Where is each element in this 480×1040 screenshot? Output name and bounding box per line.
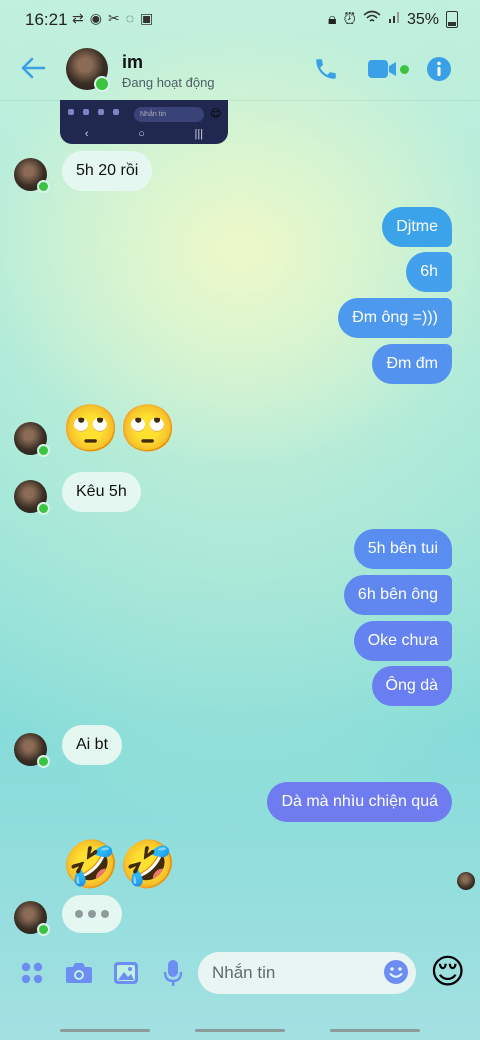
outgoing-message[interactable]: Đm đm — [372, 344, 452, 384]
system-status: 🔒︎ ⏰︎ 35% — [328, 10, 458, 29]
video-call-button[interactable] — [367, 58, 409, 85]
grid-icon — [21, 962, 43, 984]
outgoing-message[interactable]: Dà mà nhìu chiện quá — [267, 782, 452, 822]
smile-icon — [384, 960, 408, 984]
gallery-button[interactable] — [113, 961, 139, 990]
alarm-icon: ⏰︎ — [343, 10, 356, 28]
emoji-picker-button[interactable] — [383, 959, 409, 990]
nav-home-button[interactable] — [195, 1029, 285, 1032]
online-indicator — [37, 180, 50, 193]
gallery-icon: ▣ — [140, 10, 154, 26]
messenger-icon: ◌ — [125, 10, 135, 26]
notification-icons: ⇄ ◉ ✂ ◌ ▣ — [72, 10, 153, 27]
online-indicator — [37, 755, 50, 768]
quick-emoji-button[interactable]: 😌 — [430, 952, 465, 992]
outgoing-message[interactable]: Đm ông =))) — [338, 298, 452, 338]
microphone-icon — [163, 960, 183, 986]
status-time: 16:21 — [25, 10, 68, 29]
contact-name[interactable]: im — [122, 52, 143, 73]
info-button[interactable] — [426, 56, 452, 87]
sender-avatar[interactable] — [14, 901, 50, 936]
preview-emoji-icon: 😌 — [210, 108, 222, 120]
sender-avatar[interactable] — [14, 422, 50, 457]
incoming-message[interactable]: 5h 20 rồi — [62, 151, 153, 191]
online-indicator — [94, 76, 110, 92]
emoji-message[interactable]: 🙄🙄 — [62, 402, 177, 454]
phone-icon — [316, 59, 336, 79]
sender-avatar[interactable] — [14, 158, 50, 193]
lock-icon: 🔒︎ — [327, 10, 337, 28]
contact-avatar[interactable] — [66, 48, 110, 92]
capcut-icon: ✂ — [107, 10, 120, 26]
voice-call-button[interactable] — [313, 56, 339, 87]
typing-indicator — [62, 895, 122, 933]
outgoing-message[interactable]: Oke chưa — [353, 621, 452, 661]
preview-toolbar — [68, 109, 119, 115]
online-indicator — [37, 923, 50, 936]
contact-status: Đang hoạt động — [122, 75, 215, 90]
online-indicator — [37, 444, 50, 457]
outgoing-message[interactable]: Djtme — [382, 207, 452, 247]
status-bar: 16:21 ⇄ ◉ ✂ ◌ ▣ 🔒︎ ⏰︎ 35% — [0, 0, 480, 38]
message-composer: Nhắn tin 😌 — [0, 946, 480, 1002]
preview-input: Nhắn tin — [134, 107, 204, 122]
back-button[interactable] — [20, 56, 46, 85]
shared-screenshot-image[interactable]: Nhắn tin 😌 ‹ ○ ||| — [60, 100, 228, 144]
camera-button[interactable] — [65, 961, 93, 990]
more-actions-button[interactable] — [20, 961, 44, 990]
arrow-left-icon — [21, 57, 46, 79]
read-receipt-avatar — [457, 872, 475, 890]
sync-icon: ⇄ — [72, 10, 84, 26]
outgoing-message[interactable]: 6h bên ông — [343, 575, 452, 615]
emoji-message[interactable]: 🤣🤣 — [62, 838, 177, 890]
sender-avatar[interactable] — [14, 480, 50, 515]
video-camera-icon — [368, 60, 396, 78]
nav-recents-button[interactable] — [60, 1029, 150, 1032]
outgoing-message[interactable]: Ông dà — [371, 666, 452, 706]
voice-record-button[interactable] — [163, 959, 183, 992]
sender-avatar[interactable] — [14, 733, 50, 768]
app-icon: ◉ — [89, 10, 102, 26]
nav-back-button[interactable] — [330, 1029, 420, 1032]
camera-icon — [66, 963, 92, 983]
battery-icon — [446, 11, 458, 28]
image-icon — [114, 962, 138, 984]
online-indicator — [37, 502, 50, 515]
system-navigation-bar — [0, 1020, 480, 1040]
video-active-dot — [400, 65, 409, 74]
incoming-message[interactable]: Kêu 5h — [62, 472, 141, 512]
chat-header: im Đang hoạt động — [0, 38, 480, 101]
signal-icon — [388, 10, 400, 29]
wifi-icon — [363, 10, 381, 29]
incoming-message[interactable]: Ai bt — [62, 725, 123, 765]
battery-text: 35% — [406, 10, 439, 28]
outgoing-message[interactable]: 6h — [406, 252, 452, 292]
preview-nav: ‹ ○ ||| — [84, 128, 204, 140]
info-icon — [427, 57, 451, 81]
outgoing-message[interactable]: 5h bên tui — [353, 529, 452, 569]
